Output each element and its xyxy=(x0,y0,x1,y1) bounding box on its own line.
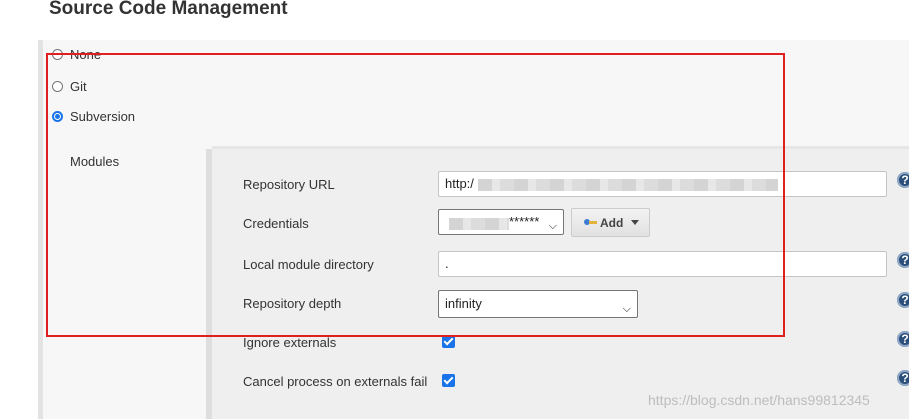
repository-url-label: Repository URL xyxy=(243,177,335,192)
scm-option-git[interactable]: Git xyxy=(52,77,87,95)
section-title: Source Code Management xyxy=(49,0,288,19)
credentials-label: Credentials xyxy=(243,216,309,231)
radio-none[interactable] xyxy=(52,48,63,60)
repository-url-value: http:/ xyxy=(445,176,474,191)
repository-depth-value: infinity xyxy=(445,296,482,311)
help-icon-repository-depth[interactable]: ? xyxy=(897,292,909,308)
modules-label: Modules xyxy=(70,154,120,169)
help-icon-ignore-externals[interactable]: ? xyxy=(897,331,909,347)
credentials-value: ****** xyxy=(509,214,540,229)
ignore-externals-label: Ignore externals xyxy=(243,335,337,350)
chevron-down-icon: ⌵ xyxy=(548,220,557,232)
radio-subversion[interactable] xyxy=(52,110,63,122)
scm-option-subversion[interactable]: Subversion xyxy=(52,107,135,125)
add-credentials-button[interactable]: Add xyxy=(571,208,650,237)
scm-option-none[interactable]: None xyxy=(52,45,101,63)
ignore-externals-checkbox[interactable] xyxy=(442,335,455,348)
repository-depth-label: Repository depth xyxy=(243,296,342,311)
radio-git[interactable] xyxy=(52,80,63,92)
redacted-credential xyxy=(449,218,509,230)
caret-down-icon xyxy=(631,220,640,225)
help-icon-local-module-directory[interactable]: ? xyxy=(897,252,909,268)
chevron-down-icon: ⌵ xyxy=(622,303,631,315)
add-button-label: Add xyxy=(600,215,624,230)
help-icon-repository-url[interactable]: ? xyxy=(897,172,909,188)
cancel-process-label: Cancel process on externals fail xyxy=(243,374,428,389)
local-module-directory-value: . xyxy=(445,256,449,271)
redacted-url xyxy=(478,179,778,191)
repository-depth-select[interactable]: infinity ⌵ xyxy=(438,290,638,318)
watermark: https://blog.csdn.net/hans99812345 xyxy=(648,392,870,408)
key-icon xyxy=(584,218,598,227)
help-icon-cancel-process[interactable]: ? xyxy=(897,370,909,386)
local-module-directory-label: Local module directory xyxy=(243,257,374,272)
radio-none-label: None xyxy=(70,46,102,62)
cancel-process-checkbox[interactable] xyxy=(442,374,455,387)
local-module-directory-input[interactable]: . xyxy=(438,251,887,277)
radio-subversion-label: Subversion xyxy=(70,108,136,124)
radio-git-label: Git xyxy=(70,78,87,94)
